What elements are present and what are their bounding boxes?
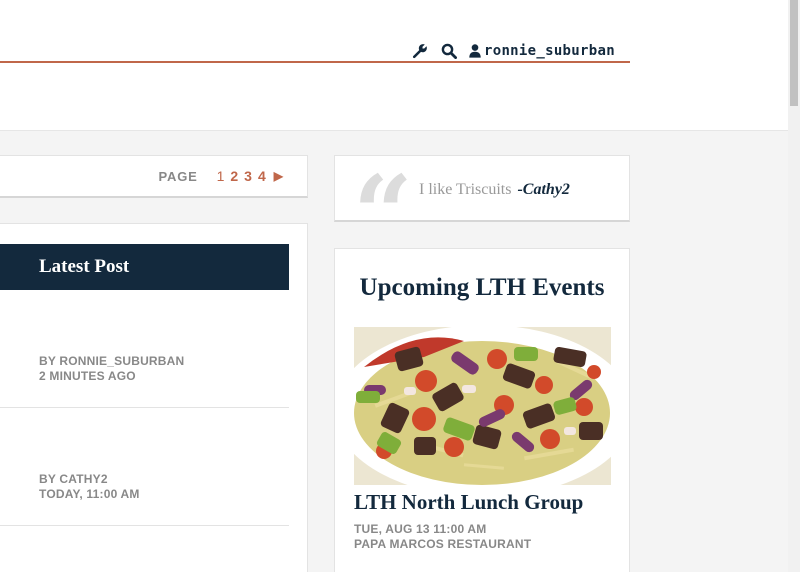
page-scrollbar[interactable] xyxy=(788,0,800,572)
page-link-3[interactable]: 3 xyxy=(244,168,252,184)
quote-card: “ I like Triscuits -Cathy2 xyxy=(334,155,630,222)
quote-author[interactable]: -Cathy2 xyxy=(517,181,569,198)
event-name[interactable]: LTH North Lunch Group xyxy=(354,490,583,515)
header-tools: ronnie_suburban xyxy=(410,41,615,61)
wrench-icon[interactable] xyxy=(410,41,430,61)
next-page-icon[interactable]: ▶ xyxy=(274,169,283,183)
quote-text: I like Triscuits -Cathy2 xyxy=(419,181,570,199)
user-menu[interactable]: ronnie_suburban xyxy=(468,41,615,61)
upcoming-events-card: Upcoming LTH Events LTH North Lunch Grou… xyxy=(334,248,630,572)
events-heading: Upcoming LTH Events xyxy=(359,274,605,301)
pagination-card: PAGE 1 2 3 4 ▶ xyxy=(0,155,308,198)
event-place: PAPA MARCOS RESTAURANT xyxy=(354,537,532,551)
event-datetime: TUE, AUG 13 11:00 AM xyxy=(354,522,487,536)
username-link[interactable]: ronnie_suburban xyxy=(484,43,615,59)
post-item[interactable]: BY RONNIE_SUBURBAN 2 MINUTES AGO xyxy=(0,290,289,408)
post-item[interactable]: BY CATHY2 TODAY, 11:00 AM xyxy=(0,408,289,526)
event-photo[interactable] xyxy=(354,327,611,485)
page-link-2[interactable]: 2 xyxy=(230,168,238,184)
user-icon xyxy=(468,41,481,61)
pagination-label: PAGE xyxy=(158,168,198,184)
page-link-4[interactable]: 4 xyxy=(258,168,266,184)
page-link-1[interactable]: 1 xyxy=(217,168,225,184)
latest-post-card: Latest Post BY RONNIE_SUBURBAN 2 MINUTES… xyxy=(0,223,308,572)
post-time: 2 MINUTES AGO xyxy=(39,369,136,383)
site-header: ronnie_suburban xyxy=(0,0,788,131)
quote-body: I like Triscuits xyxy=(419,181,512,198)
event-meta: TUE, AUG 13 11:00 AM PAPA MARCOS RESTAUR… xyxy=(354,522,531,552)
post-author: BY CATHY2 xyxy=(39,472,108,486)
scrollbar-thumb[interactable] xyxy=(790,0,798,106)
latest-post-heading: Latest Post xyxy=(39,256,130,277)
quote-mark-icon: “ xyxy=(353,155,413,222)
post-time: TODAY, 11:00 AM xyxy=(39,487,140,501)
post-meta: BY RONNIE_SUBURBAN 2 MINUTES AGO xyxy=(39,354,184,384)
post-meta: BY CATHY2 TODAY, 11:00 AM xyxy=(39,472,140,502)
header-accent-line xyxy=(0,61,630,63)
search-icon[interactable] xyxy=(439,41,459,61)
pagination: PAGE 1 2 3 4 ▶ xyxy=(159,168,284,184)
post-author: BY RONNIE_SUBURBAN xyxy=(39,354,185,368)
latest-post-header: Latest Post xyxy=(0,244,289,290)
